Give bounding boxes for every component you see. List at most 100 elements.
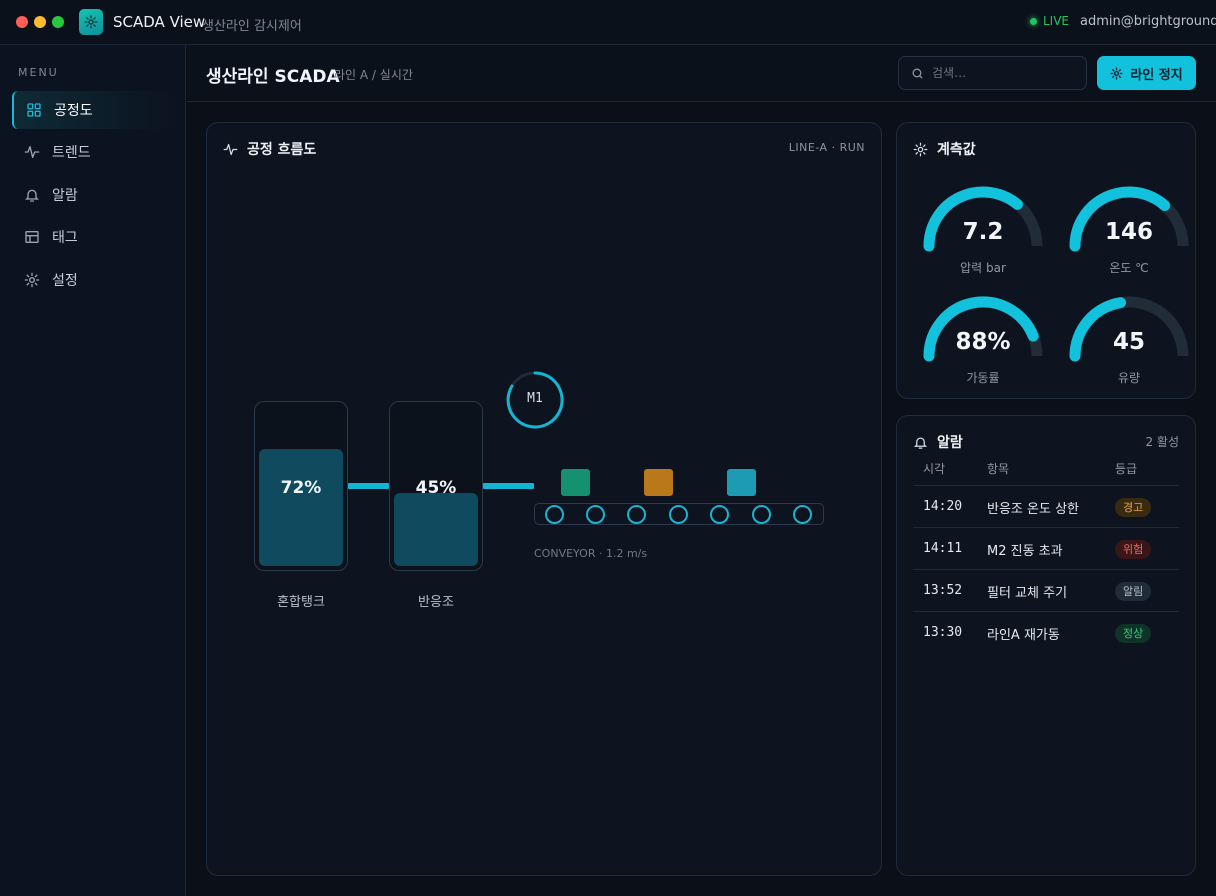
tank-label: 혼합탱크 [277,595,325,610]
page-title: 생산라인 SCADA [206,67,340,87]
motor-label: M1 [527,391,543,406]
breadcrumb: 라인 A / 실시간 [334,68,413,82]
search-input[interactable] [932,66,1072,80]
minimize-window-button[interactable] [34,16,46,28]
status-badge: 알림 [1115,582,1152,601]
search-box[interactable] [898,56,1087,90]
roller-icon [669,505,688,524]
app-subtitle: 생산라인 감시제어 [202,19,302,34]
close-window-button[interactable] [16,16,28,28]
conveyor-label: CONVEYOR · 1.2 m/s [534,547,648,560]
sidebar-item-label: 태그 [52,230,78,246]
pipe [483,483,534,489]
gauge-value: 45 [1112,329,1145,355]
sidebar-item-process-diagram[interactable]: 공정도 [12,91,172,129]
measurements-title: 계측값 [913,139,976,159]
gauge-label: 온도 ℃ [1109,261,1149,275]
roller-icon [752,505,771,524]
status-badge: 위험 [1115,540,1152,559]
reactor-tank[interactable]: 45% [389,401,483,571]
alarm-time: 13:30 [923,625,963,640]
user-account[interactable]: admin@brightground [1080,14,1216,29]
live-status-label: LIVE [1043,14,1070,28]
sun-icon [1110,66,1123,80]
alarm-item: 반응조 온도 상한 [987,502,1079,517]
app-title: SCADA View [113,13,206,31]
sidebar: MENU 공정도 트렌드 알람 태그 설정 [0,45,186,896]
title-bar: SCADA View 생산라인 감시제어 LIVE admin@brightgr… [0,0,1216,45]
tank-level-fill [259,449,343,566]
conveyor-belt[interactable] [534,503,824,525]
alarm-time: 14:11 [923,541,963,556]
tank-level-value: 72% [280,478,322,498]
gauge-label: 압력 bar [960,261,1006,275]
gauge-temperature[interactable]: 146 온도 ℃ [1065,185,1193,285]
sidebar-item-label: 트렌드 [52,145,91,161]
table-row[interactable]: 14:20 반응조 온도 상한 경고 [913,485,1179,527]
search-icon [912,68,923,78]
alarm-panel: 알람 2 활성 시각 항목 등급 14:20 반응조 온도 상한 경고 14:1… [896,415,1196,876]
roller-icon [627,505,646,524]
alarm-item: M2 진동 초과 [987,544,1063,559]
bell-icon [25,189,39,202]
live-status-dot-icon [1030,18,1037,25]
maximize-window-button[interactable] [52,16,64,28]
sidebar-item-trend[interactable]: 트렌드 [12,133,172,171]
conveyor-item [561,469,590,496]
conveyor-item [644,469,673,496]
menu-label: MENU [18,66,59,79]
table-row[interactable]: 14:11 M2 진동 초과 위험 [913,527,1179,569]
table-icon [25,231,39,243]
stop-line-button[interactable]: 라인 정지 [1097,56,1196,90]
gauge-pressure[interactable]: 7.2 압력 bar [919,185,1047,285]
grid-icon [27,103,41,117]
sidebar-item-alarm[interactable]: 알람 [12,176,172,214]
roller-icon [793,505,812,524]
column-header-time: 시각 [923,462,946,476]
sidebar-item-label: 알람 [52,188,78,204]
alarm-time: 14:20 [923,499,963,514]
motor-m1[interactable]: M1 [504,369,566,431]
gauge-value: 88% [955,329,1011,355]
mixing-tank[interactable]: 72% [254,401,348,571]
column-header-item: 항목 [987,462,1010,476]
pulse-icon [24,146,40,158]
bell-icon [913,437,928,449]
pulse-icon [223,143,238,155]
process-flow-title-text: 공정 흐름도 [247,142,317,158]
gauge-label: 유량 [1117,371,1141,385]
roller-icon [586,505,605,524]
alarm-time: 13:52 [923,583,963,598]
measurements-title-text: 계측값 [937,142,976,158]
sidebar-item-tags[interactable]: 태그 [12,218,172,256]
gauge-flow[interactable]: 45 유량 [1065,295,1193,395]
sidebar-item-label: 공정도 [54,103,93,119]
gear-icon [24,272,40,288]
alarm-title-text: 알람 [937,435,963,451]
table-row[interactable]: 13:52 필터 교체 주기 알림 [913,569,1179,611]
alarm-title: 알람 [913,432,963,452]
process-flow-title: 공정 흐름도 [223,139,316,159]
process-flow-panel: 공정 흐름도 LINE-A · RUN 72% 혼합탱크 45% 반응조 M1 … [206,122,882,876]
alarm-item: 필터 교체 주기 [987,586,1068,601]
status-badge: 정상 [1115,624,1152,643]
sidebar-item-label: 설정 [52,273,78,289]
alarm-active-count: 2 활성 [1145,435,1179,449]
pipe [348,483,389,489]
roller-icon [545,505,564,524]
column-header-level: 등급 [1115,462,1138,476]
measurements-panel: 계측값 7.2 압력 bar 146 온도 ℃ 88% 가동률 45 유량 [896,122,1196,399]
sun-icon [913,142,928,156]
tank-level-fill [394,493,478,566]
app-logo-icon [79,9,103,35]
conveyor-item [727,469,756,496]
table-row[interactable]: 13:30 라인A 재가동 정상 [913,611,1179,653]
tank-level-value: 45% [415,478,457,498]
page-header: 생산라인 SCADA 라인 A / 실시간 라인 정지 [187,45,1216,102]
tank-label: 반응조 [418,595,454,610]
roller-icon [710,505,729,524]
alarm-item: 라인A 재가동 [987,628,1060,643]
sidebar-item-settings[interactable]: 설정 [12,261,172,299]
gauge-label: 가동률 [966,371,1000,385]
gauge-utilization[interactable]: 88% 가동률 [919,295,1047,395]
